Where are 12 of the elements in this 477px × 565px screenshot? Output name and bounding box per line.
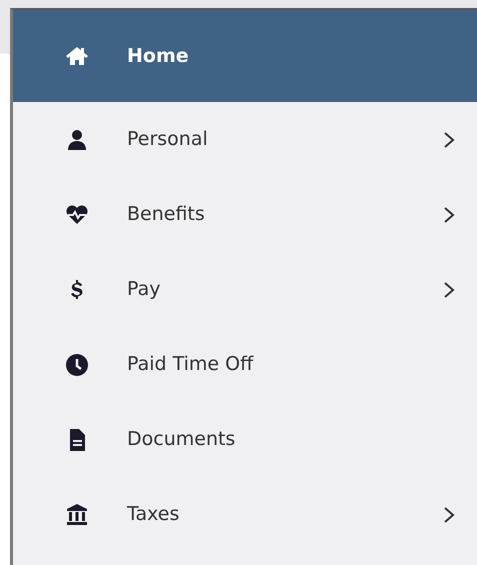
clock-icon (65, 352, 89, 376)
menu-item[interactable]: Benefits (13, 177, 477, 252)
menu-item[interactable]: Pay (13, 252, 477, 327)
bank-icon (65, 502, 89, 526)
home-icon (65, 44, 89, 68)
menu-item[interactable]: Paid Time Off (13, 327, 477, 402)
heartbeat-icon (65, 202, 89, 226)
menu-item[interactable]: Documents (13, 402, 477, 477)
menu-item[interactable]: Taxes (13, 477, 477, 552)
menu-item[interactable]: Personal (13, 102, 477, 177)
person-icon (65, 128, 89, 152)
menu-item[interactable]: Home (13, 10, 477, 102)
